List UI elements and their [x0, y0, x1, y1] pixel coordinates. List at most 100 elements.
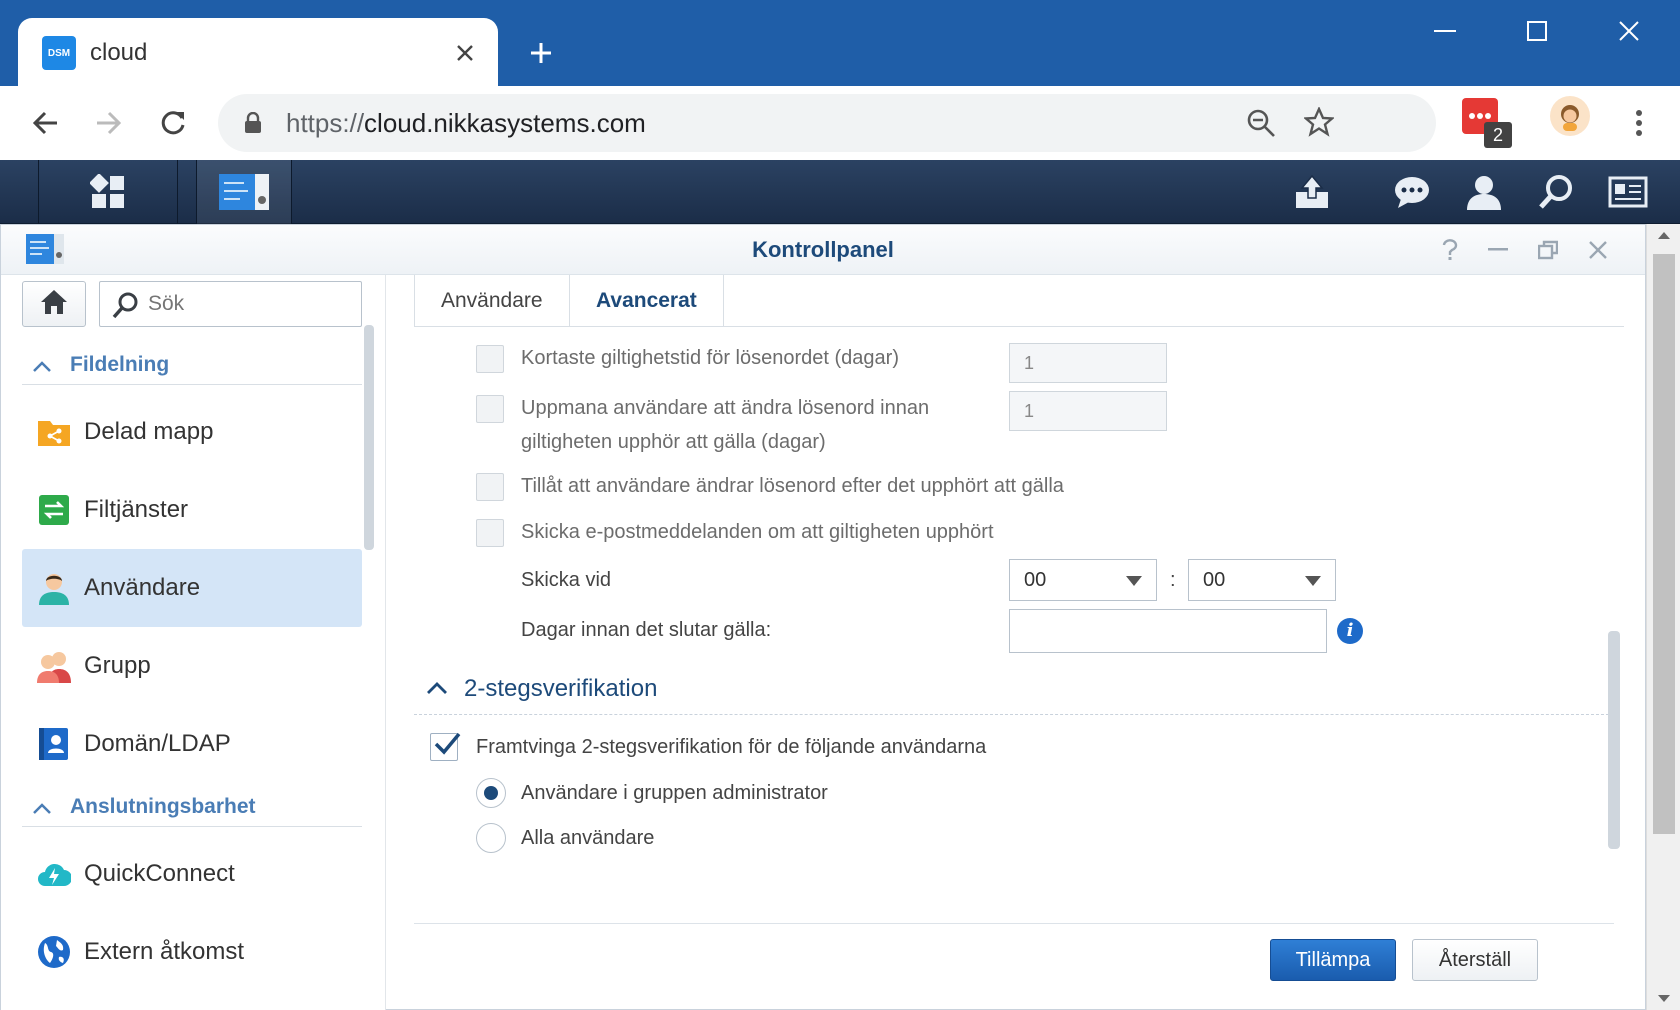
window-header: Kontrollpanel: [1, 225, 1645, 275]
enforce-2fa-label: Framtvinga 2-stegsverifikation för de fö…: [476, 736, 987, 758]
apply-button[interactable]: Tillämpa: [1270, 939, 1396, 981]
allow-change-label: Tillåt att användare ändrar lösenord eft…: [521, 475, 1064, 497]
domain-ldap-icon: [36, 726, 72, 762]
zoom-icon[interactable]: [1246, 108, 1276, 143]
lock-icon: [244, 111, 262, 139]
dropdown-caret-icon: [1305, 576, 1321, 586]
sidebar-item-label: Grupp: [84, 652, 151, 679]
notifications-chat-icon[interactable]: [1384, 160, 1440, 224]
widgets-icon[interactable]: [1600, 160, 1656, 224]
hour-select[interactable]: 00: [1009, 559, 1157, 601]
tab-advanced[interactable]: Avancerat: [569, 275, 724, 327]
maximize-window-icon[interactable]: [1492, 0, 1582, 62]
search-icon[interactable]: [1528, 160, 1584, 224]
chevron-up-icon: [32, 787, 52, 841]
reload-icon[interactable]: [150, 100, 196, 146]
radio-all-users[interactable]: [476, 823, 506, 853]
window-title: Kontrollpanel: [752, 237, 894, 262]
restore-icon[interactable]: [1531, 233, 1565, 267]
browser-titlebar: DSM cloud: [0, 0, 1680, 86]
address-bar[interactable]: https://cloud.nikkasystems.com: [218, 94, 1436, 152]
quickconnect-cloud-icon: [36, 856, 72, 892]
enforce-2fa-checkbox[interactable]: [430, 732, 461, 761]
send-email-checkbox[interactable]: [476, 519, 504, 547]
min-age-checkbox[interactable]: [476, 345, 504, 373]
content-scrollbar[interactable]: [1608, 631, 1620, 849]
remind-label-line-2: giltigheten upphör att gälla (dagar): [521, 431, 826, 453]
search-input[interactable]: [148, 282, 348, 326]
extension-badge: 2: [1484, 122, 1512, 148]
dropdown-caret-icon: [1126, 576, 1142, 586]
main-menu-icon[interactable]: [38, 160, 178, 224]
home-button[interactable]: [22, 281, 86, 327]
hour-value: 00: [1024, 569, 1047, 591]
checkmark-icon: [434, 732, 461, 755]
user-account-icon[interactable]: [1456, 160, 1512, 224]
allow-change-checkbox[interactable]: [476, 473, 504, 501]
page-scrollbar[interactable]: [1646, 224, 1680, 1010]
tab-users[interactable]: Användare: [414, 275, 569, 327]
tab-close-icon[interactable]: [448, 36, 482, 70]
radio-admin-group[interactable]: [476, 778, 506, 808]
browser-tab[interactable]: DSM cloud: [18, 18, 498, 86]
url-text: https://cloud.nikkasystems.com: [286, 108, 646, 138]
close-icon[interactable]: [1581, 233, 1615, 267]
profile-avatar-icon[interactable]: [1550, 96, 1590, 136]
sidebar-search: [99, 281, 362, 327]
dsm-favicon-icon: DSM: [42, 36, 76, 70]
sidebar-item-shared-folder[interactable]: Delad mapp: [22, 393, 362, 471]
chevron-up-icon: [426, 679, 448, 704]
home-icon: [40, 289, 68, 320]
search-icon: [112, 291, 140, 324]
new-tab-icon[interactable]: [520, 32, 562, 74]
sidebar-item-label: Domän/LDAP: [84, 730, 231, 757]
content-area: Användare Avancerat Kortaste giltighetst…: [386, 275, 1624, 1010]
remind-checkbox[interactable]: [476, 395, 504, 423]
section-connectivity[interactable]: Anslutningsbarhet: [22, 787, 362, 827]
section-title: Fildelning: [70, 353, 170, 376]
page-scrollbar-thumb[interactable]: [1653, 254, 1675, 834]
scroll-up-arrow-icon[interactable]: [1657, 230, 1671, 240]
sidebar-item-domain-ldap[interactable]: Domän/LDAP: [22, 705, 362, 783]
radio-all-users-label: Alla användare: [521, 827, 655, 849]
control-panel-window: Kontrollpanel Fildelning: [0, 224, 1646, 1010]
sidebar-scrollbar[interactable]: [364, 325, 374, 550]
sidebar-item-label: Delad mapp: [84, 418, 214, 445]
days-before-input[interactable]: [1009, 609, 1327, 653]
info-icon[interactable]: i: [1337, 618, 1363, 644]
group-icon: [36, 648, 72, 684]
minimize-window-icon[interactable]: [1400, 0, 1490, 62]
close-window-icon[interactable]: [1584, 0, 1674, 62]
section-title: Anslutningsbarhet: [70, 795, 256, 818]
two-step-section-header[interactable]: 2-stegsverifikation: [414, 669, 1614, 715]
sidebar-item-quickconnect[interactable]: QuickConnect: [22, 835, 362, 913]
sidebar: Fildelning Delad mapp Filtjänster Använd…: [1, 275, 386, 1010]
sidebar-item-external-access[interactable]: Extern åtkomst: [22, 913, 362, 991]
forward-arrow-icon[interactable]: [86, 100, 132, 146]
minute-value: 00: [1203, 569, 1226, 591]
tab-title: cloud: [90, 39, 148, 66]
reset-button[interactable]: Återställ: [1412, 939, 1538, 981]
minute-select[interactable]: 00: [1188, 559, 1336, 601]
remind-input[interactable]: 1: [1009, 391, 1167, 431]
file-services-icon: [36, 492, 72, 528]
minimize-icon[interactable]: [1481, 233, 1515, 267]
sidebar-item-users[interactable]: Användare: [22, 549, 362, 627]
bookmark-star-icon[interactable]: [1302, 106, 1336, 142]
control-panel-taskbar-icon[interactable]: [196, 160, 292, 224]
back-arrow-icon[interactable]: [22, 100, 68, 146]
sidebar-item-group[interactable]: Grupp: [22, 627, 362, 705]
help-icon[interactable]: [1433, 233, 1467, 267]
upload-tray-icon[interactable]: [1284, 160, 1340, 224]
scroll-down-arrow-icon[interactable]: [1657, 994, 1671, 1004]
sidebar-item-file-services[interactable]: Filtjänster: [22, 471, 362, 549]
days-before-label: Dagar innan det slutar gälla:: [521, 619, 772, 641]
user-icon: [36, 570, 72, 606]
browser-menu-icon[interactable]: [1616, 100, 1662, 146]
send-at-label: Skicka vid: [521, 569, 612, 591]
browser-toolbar: https://cloud.nikkasystems.com 2: [0, 86, 1680, 160]
section-file-sharing[interactable]: Fildelning: [22, 345, 362, 385]
min-age-input[interactable]: 1: [1009, 343, 1167, 383]
two-step-title: 2-stegsverifikation: [464, 675, 658, 702]
tab-bar: Användare Avancerat: [414, 275, 1624, 327]
